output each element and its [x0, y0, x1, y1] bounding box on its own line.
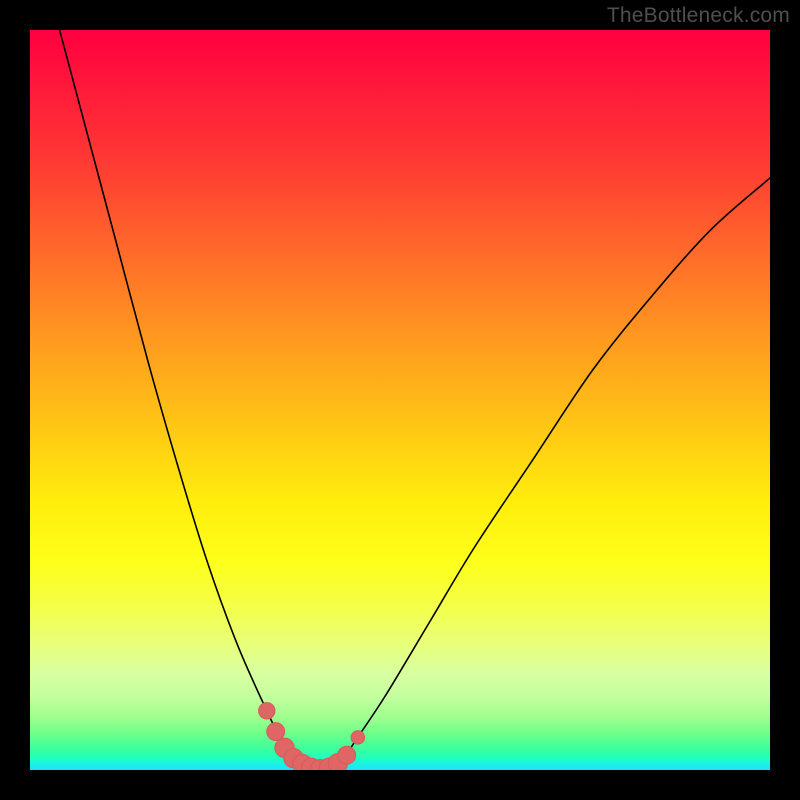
optimum-marker	[351, 731, 364, 744]
plot-area	[30, 30, 770, 770]
optimum-marker	[267, 723, 285, 741]
chart-frame: TheBottleneck.com	[0, 0, 800, 800]
curve-svg	[30, 30, 770, 770]
watermark-text: TheBottleneck.com	[607, 4, 790, 28]
bottleneck-curve	[30, 30, 770, 770]
optimum-marker	[338, 746, 356, 764]
optimum-markers	[259, 703, 365, 770]
optimum-marker	[259, 703, 275, 719]
